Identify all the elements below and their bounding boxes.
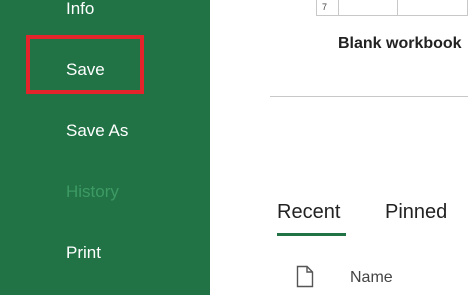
save-highlight-box [26, 35, 144, 94]
tab-recent[interactable]: Recent [277, 200, 340, 224]
blank-workbook-thumbnail[interactable]: 7 [316, 0, 468, 16]
column-header-name[interactable]: Name [350, 268, 393, 288]
sidebar-item-save-as[interactable]: Save As [66, 121, 128, 141]
backstage-main: 7 Blank workbook Recent Pinned Name [210, 0, 468, 295]
thumbnail-row-number: 7 [322, 2, 328, 12]
section-divider [270, 96, 468, 97]
active-tab-indicator [277, 233, 346, 236]
tab-pinned[interactable]: Pinned [385, 200, 447, 224]
thumbnail-gridline [397, 0, 398, 16]
backstage-sidebar: Info Save Save As History Print [0, 0, 210, 295]
blank-workbook-label[interactable]: Blank workbook [338, 34, 462, 54]
thumbnail-gridline [338, 0, 339, 16]
sidebar-item-history: History [66, 182, 119, 201]
sidebar-item-info[interactable]: Info [66, 0, 94, 19]
sidebar-item-print[interactable]: Print [66, 243, 101, 263]
file-type-icon [296, 265, 314, 288]
